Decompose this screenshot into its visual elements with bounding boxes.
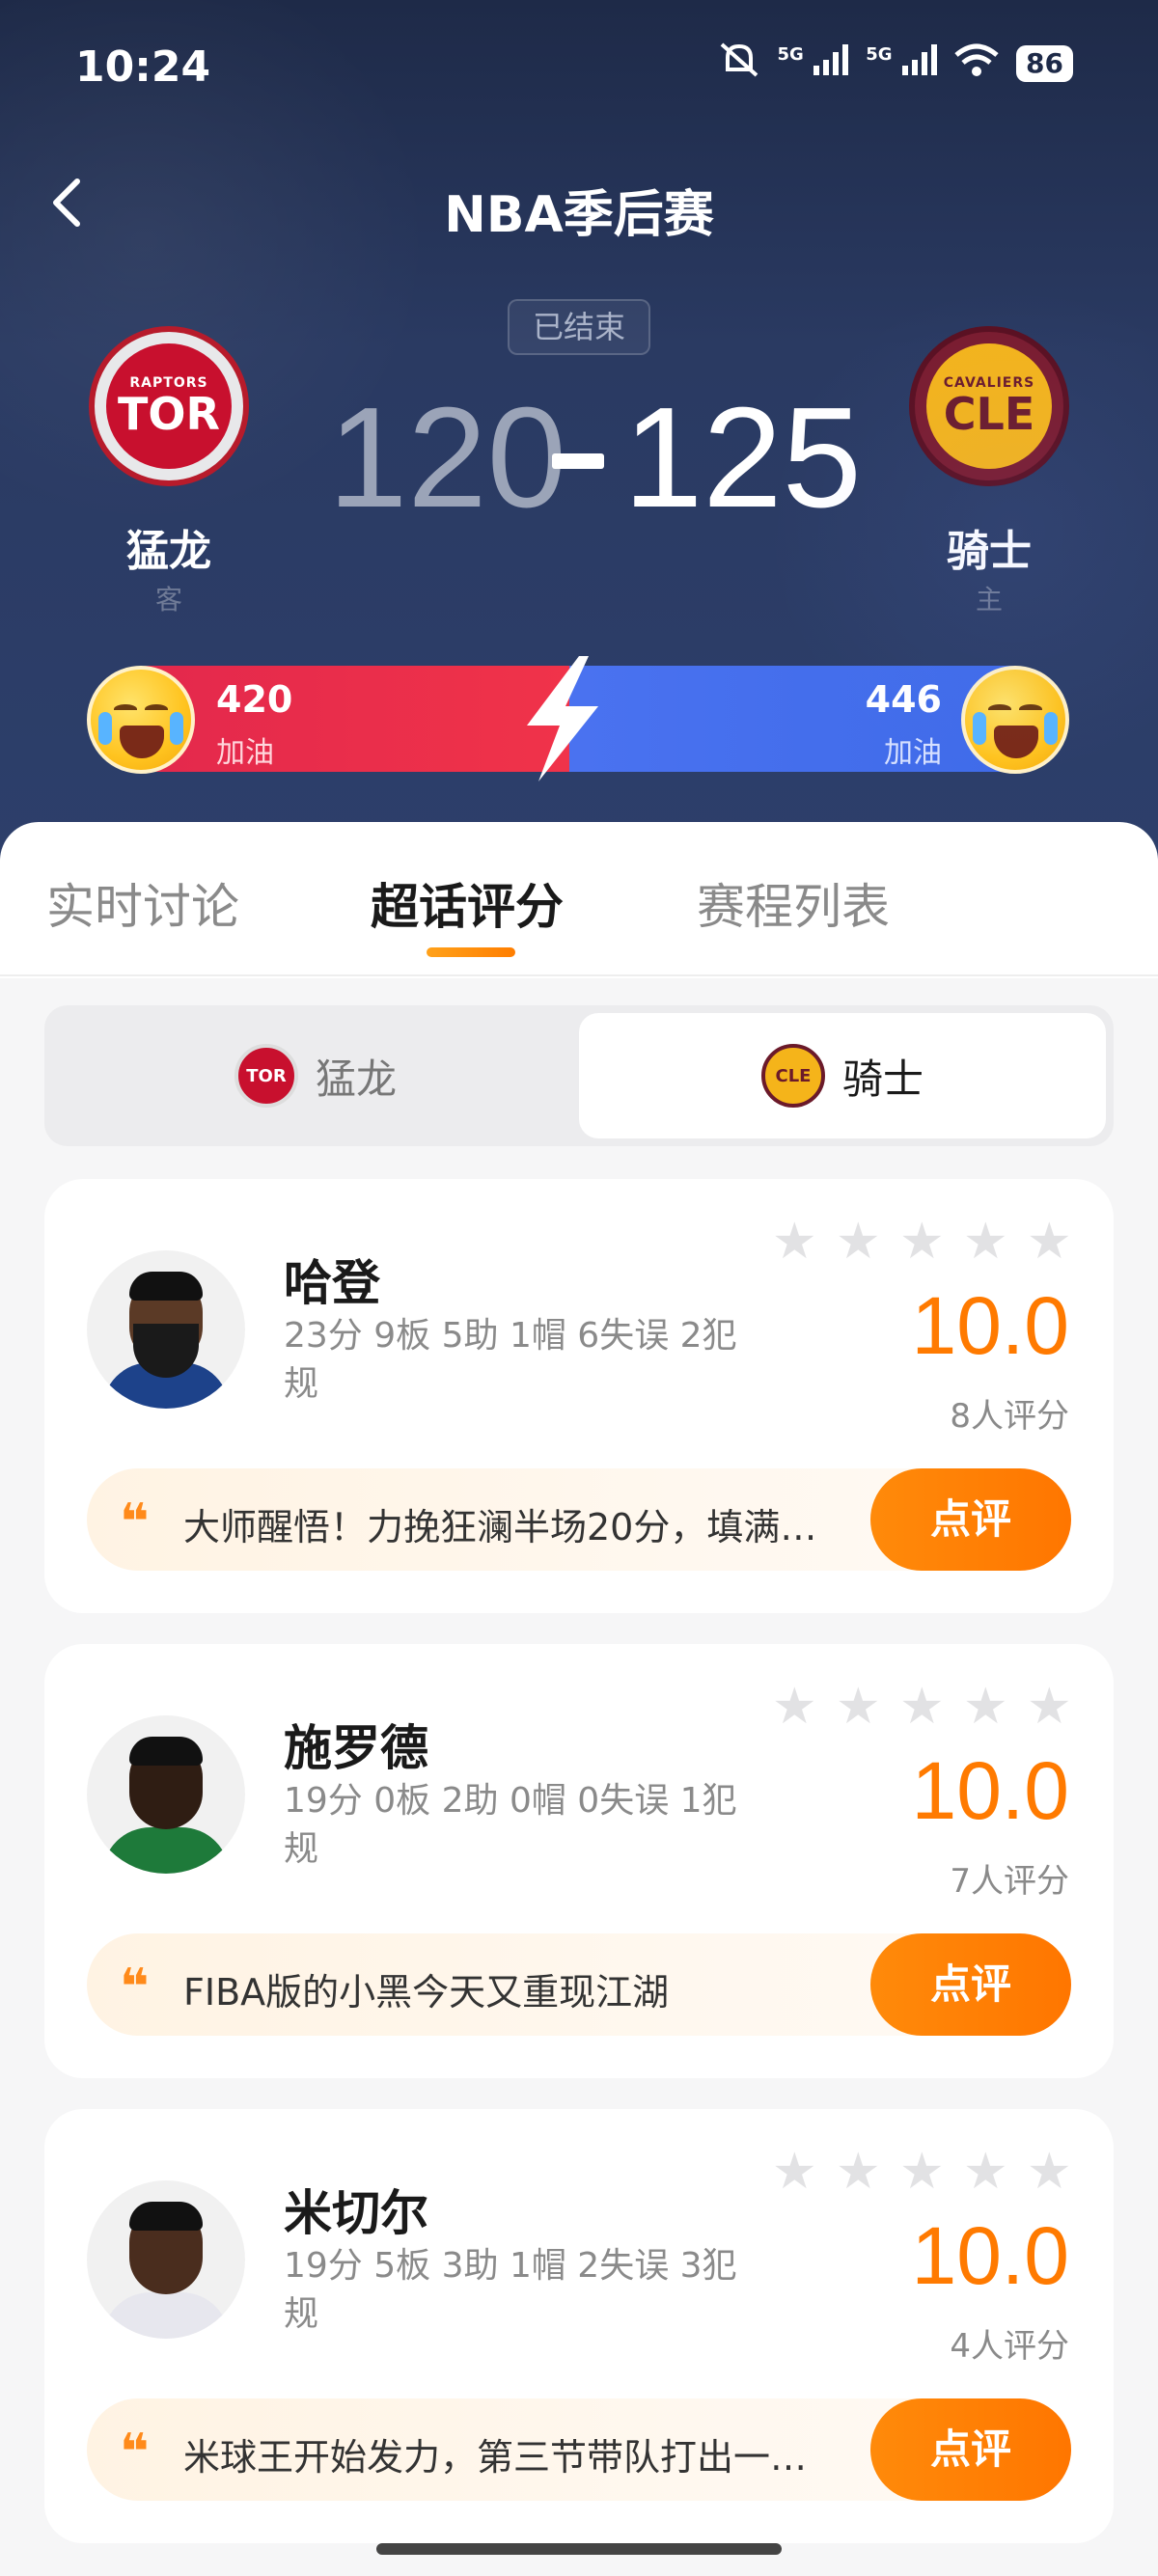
player-card[interactable]: 施罗德 19分 0板 2助 0帽 0失误 1犯规 ★ ★ ★ ★ ★ 10.0 … bbox=[44, 1644, 1114, 2078]
player-avatar bbox=[87, 1715, 245, 1874]
player-stats: 19分 5板 3助 1帽 2失误 3犯规 bbox=[284, 2246, 737, 2334]
nav-bar: NBA季后赛 bbox=[0, 164, 1158, 251]
tab-ratings[interactable]: 超话评分 bbox=[371, 868, 564, 938]
tab-live-discussion[interactable]: 实时讨论 bbox=[46, 868, 239, 938]
home-logo-wordmark: CAVALIERS bbox=[943, 375, 1035, 391]
rating-stars[interactable]: ★ ★ ★ ★ ★ bbox=[772, 1682, 1072, 1732]
star-icon[interactable]: ★ bbox=[963, 1682, 1008, 1732]
comment-text: 大师醒悟！力挽狂澜半场20分，填满… bbox=[183, 1506, 817, 1548]
quote-icon: ❝ bbox=[120, 1959, 150, 2016]
home-indicator[interactable] bbox=[376, 2543, 782, 2555]
network-label-2: 5G bbox=[866, 44, 893, 65]
home-team-logo[interactable]: CAVALIERS CLE bbox=[909, 326, 1069, 486]
player-name: 施罗德 bbox=[284, 1720, 428, 1776]
team-switch-away-label: 猛龙 bbox=[315, 1055, 397, 1103]
team-switch-home-label: 骑士 bbox=[841, 1055, 924, 1103]
star-icon[interactable]: ★ bbox=[899, 1217, 945, 1267]
star-icon[interactable]: ★ bbox=[1027, 2147, 1072, 2197]
comment-text: 米球王开始发力，第三节带队打出一… bbox=[183, 2436, 808, 2479]
status-icons: 5G 5G 86 bbox=[718, 41, 1073, 87]
player-rating: 10.0 bbox=[911, 2210, 1070, 2301]
away-team-logo[interactable]: RAPTORS TOR bbox=[89, 326, 249, 486]
tab-bar: 实时讨论 超话评分 赛程列表 bbox=[0, 822, 1158, 976]
star-icon[interactable]: ★ bbox=[772, 1217, 817, 1267]
team-switch: TOR 猛龙 CLE 骑士 bbox=[44, 1005, 1114, 1146]
rating-count: 7人评分 bbox=[950, 1862, 1069, 1901]
battery-indicator: 86 bbox=[1016, 45, 1073, 82]
home-cheer-count: 446 bbox=[865, 678, 942, 721]
star-icon[interactable]: ★ bbox=[1027, 1217, 1072, 1267]
player-rating: 10.0 bbox=[911, 1280, 1070, 1371]
home-mini-logo-icon: CLE bbox=[760, 1044, 825, 1108]
player-card[interactable]: 哈登 23分 9板 5助 1帽 6失误 2犯规 ★ ★ ★ ★ ★ 10.0 8… bbox=[44, 1179, 1114, 1613]
review-button[interactable]: 点评 bbox=[870, 2398, 1071, 2501]
signal-icon-1: 5G bbox=[778, 44, 849, 83]
player-avatar bbox=[87, 1250, 245, 1409]
away-score: 120 bbox=[328, 378, 566, 537]
game-header: 10:24 5G 5G 86 NBA季后赛 已结束 RAPTORS TOR CA… bbox=[0, 0, 1158, 868]
top-comment[interactable]: ❝ 米球王开始发力，第三节带队打出一… 点评 bbox=[87, 2398, 1071, 2501]
lightning-bolt-icon bbox=[527, 656, 598, 781]
player-name: 米切尔 bbox=[284, 2185, 428, 2241]
player-avatar bbox=[87, 2180, 245, 2339]
team-switch-home[interactable]: CLE 骑士 bbox=[579, 1013, 1106, 1138]
player-stats: 19分 0板 2助 0帽 0失误 1犯规 bbox=[284, 1781, 737, 1869]
home-cheer-label: 加油 bbox=[884, 736, 942, 770]
player-rating: 10.0 bbox=[911, 1745, 1070, 1836]
wifi-icon bbox=[954, 43, 999, 84]
quote-icon: ❝ bbox=[120, 1494, 150, 1551]
review-button[interactable]: 点评 bbox=[870, 1468, 1071, 1571]
network-label-1: 5G bbox=[777, 44, 804, 65]
away-team-role: 客 bbox=[154, 584, 182, 616]
star-icon[interactable]: ★ bbox=[899, 1682, 945, 1732]
star-icon[interactable]: ★ bbox=[1027, 1682, 1072, 1732]
star-icon[interactable]: ★ bbox=[772, 2147, 817, 2197]
away-logo-abbr: TOR bbox=[118, 388, 220, 440]
rating-count: 4人评分 bbox=[950, 2327, 1069, 2366]
active-tab-indicator bbox=[427, 947, 515, 957]
page-title: NBA季后赛 bbox=[444, 186, 714, 244]
away-team-name: 猛龙 bbox=[126, 527, 211, 576]
status-time: 10:24 bbox=[75, 42, 211, 92]
rating-stars[interactable]: ★ ★ ★ ★ ★ bbox=[772, 1217, 1072, 1267]
home-score: 125 bbox=[623, 378, 862, 537]
star-icon[interactable]: ★ bbox=[899, 2147, 945, 2197]
player-card[interactable]: 米切尔 19分 5板 3助 1帽 2失误 3犯规 ★ ★ ★ ★ ★ 10.0 … bbox=[44, 2109, 1114, 2543]
quote-icon: ❝ bbox=[120, 2424, 150, 2481]
top-comment[interactable]: ❝ FIBA版的小黑今天又重现江湖 点评 bbox=[87, 1933, 1071, 2036]
top-comment[interactable]: ❝ 大师醒悟！力挽狂澜半场20分，填满… 点评 bbox=[87, 1468, 1071, 1571]
home-logo-abbr: CLE bbox=[943, 388, 1035, 440]
status-bar: 10:24 5G 5G 86 bbox=[0, 0, 1158, 135]
away-cheer-label: 加油 bbox=[216, 736, 274, 770]
star-icon[interactable]: ★ bbox=[963, 2147, 1008, 2197]
away-cheer-emoji-icon[interactable] bbox=[87, 666, 195, 774]
star-icon[interactable]: ★ bbox=[836, 2147, 881, 2197]
star-icon[interactable]: ★ bbox=[836, 1217, 881, 1267]
star-icon[interactable]: ★ bbox=[836, 1682, 881, 1732]
content-panel: 实时讨论 超话评分 赛程列表 TOR 猛龙 CLE 骑士 哈登 23分 9板 5… bbox=[0, 822, 1158, 2576]
away-cheer-count: 420 bbox=[216, 678, 293, 721]
rating-count: 8人评分 bbox=[950, 1397, 1069, 1436]
score-separator bbox=[552, 453, 604, 469]
team-switch-away[interactable]: TOR 猛龙 bbox=[52, 1013, 579, 1138]
star-icon[interactable]: ★ bbox=[772, 1682, 817, 1732]
home-cheer-fill bbox=[569, 666, 1062, 772]
review-button[interactable]: 点评 bbox=[870, 1933, 1071, 2036]
comment-text: FIBA版的小黑今天又重现江湖 bbox=[183, 1971, 670, 2014]
tab-schedule[interactable]: 赛程列表 bbox=[697, 868, 890, 938]
player-stats: 23分 9板 5助 1帽 6失误 2犯规 bbox=[284, 1316, 737, 1404]
away-mini-logo-icon: TOR bbox=[234, 1044, 298, 1108]
home-team-role: 主 bbox=[975, 584, 1003, 616]
home-cheer-emoji-icon[interactable] bbox=[961, 666, 1069, 774]
mute-icon bbox=[718, 41, 760, 87]
home-team-name: 骑士 bbox=[947, 527, 1032, 576]
star-icon[interactable]: ★ bbox=[963, 1217, 1008, 1267]
rating-stars[interactable]: ★ ★ ★ ★ ★ bbox=[772, 2147, 1072, 2197]
player-name: 哈登 bbox=[284, 1255, 380, 1311]
signal-icon-2: 5G bbox=[866, 44, 938, 83]
game-status-badge: 已结束 bbox=[508, 299, 650, 355]
